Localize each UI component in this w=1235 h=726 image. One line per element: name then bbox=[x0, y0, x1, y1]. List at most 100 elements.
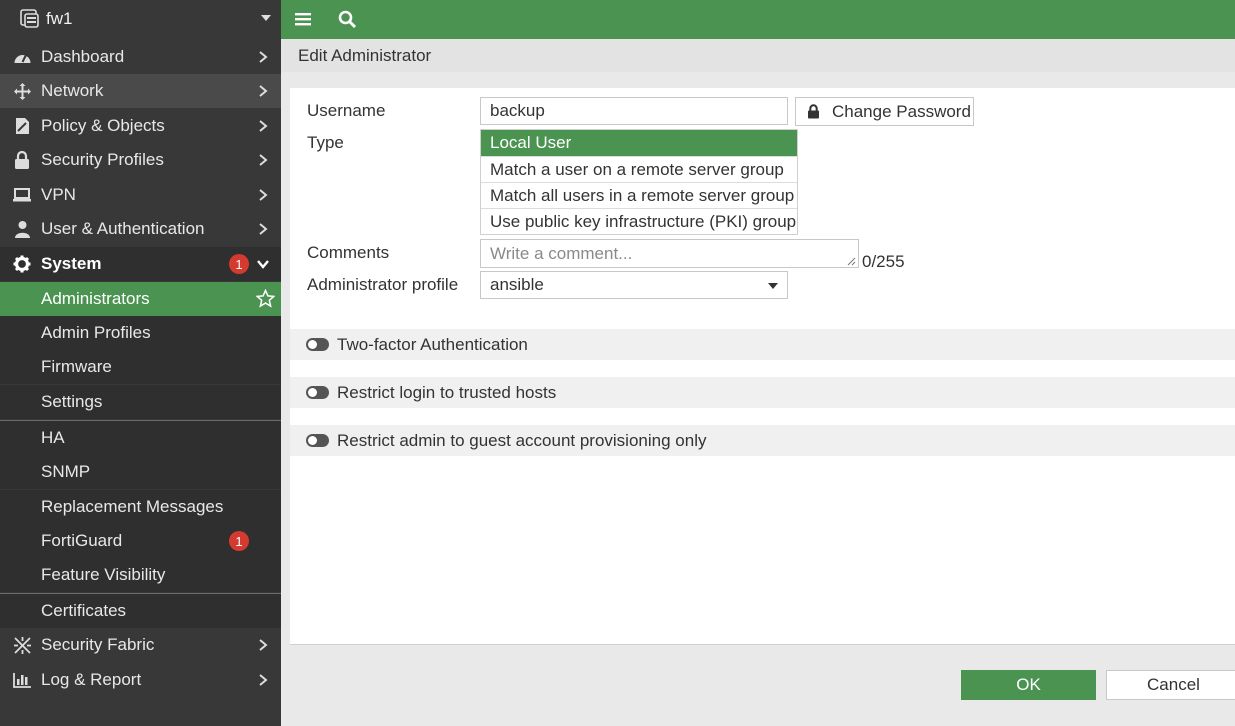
ok-button[interactable]: OK bbox=[961, 670, 1096, 700]
sidebar-item-label: Security Fabric bbox=[41, 635, 155, 654]
two-factor-label: Two-factor Authentication bbox=[337, 334, 528, 354]
sidebar-item-replacement-messages[interactable]: Replacement Messages bbox=[0, 490, 281, 524]
cancel-button[interactable]: Cancel bbox=[1106, 670, 1235, 700]
type-option-local-user[interactable]: Local User bbox=[481, 130, 797, 156]
policy-document-icon bbox=[12, 117, 32, 135]
sidebar-item-label: SNMP bbox=[41, 462, 91, 481]
username-input[interactable]: backup bbox=[480, 97, 788, 125]
sidebar-item-network[interactable]: Network bbox=[0, 74, 281, 108]
sidebar-item-label: Feature Visibility bbox=[41, 565, 166, 584]
sidebar-item-ha[interactable]: HA bbox=[0, 421, 281, 455]
sidebar-item-admin-profiles[interactable]: Admin Profiles bbox=[0, 316, 281, 350]
sidebar-item-label: Security Profiles bbox=[41, 150, 164, 169]
star-icon[interactable] bbox=[256, 289, 275, 308]
top-bar bbox=[281, 0, 1235, 39]
sidebar-item-label: Dashboard bbox=[41, 47, 125, 66]
guest-provisioning-label: Restrict admin to guest account provisio… bbox=[337, 430, 707, 450]
sidebar-item-label: Firmware bbox=[41, 357, 112, 376]
sidebar-item-dashboard[interactable]: Dashboard bbox=[0, 40, 281, 74]
sidebar-item-label: HA bbox=[41, 428, 65, 447]
lock-icon bbox=[808, 104, 819, 119]
type-option-remote-user[interactable]: Match a user on a remote server group bbox=[481, 156, 797, 182]
sidebar-item-security-fabric[interactable]: Security Fabric bbox=[0, 628, 281, 662]
guest-provisioning-section[interactable]: Restrict admin to guest account provisio… bbox=[290, 425, 1235, 456]
firewall-device-icon bbox=[20, 9, 39, 28]
trusted-hosts-label: Restrict login to trusted hosts bbox=[337, 382, 557, 402]
type-label: Type bbox=[307, 133, 344, 152]
sidebar-item-label: User & Authentication bbox=[41, 219, 205, 238]
sidebar-item-label: Network bbox=[41, 81, 104, 100]
notification-badge: 1 bbox=[229, 254, 249, 274]
sidebar-item-label: Administrators bbox=[41, 289, 150, 308]
username-label: Username bbox=[307, 101, 386, 120]
network-arrows-icon bbox=[12, 82, 32, 100]
page-title: Edit Administrator bbox=[298, 45, 432, 65]
sidebar-item-log-report[interactable]: Log & Report bbox=[0, 663, 281, 697]
chevron-down-icon bbox=[261, 15, 271, 21]
comments-label: Comments bbox=[307, 243, 390, 262]
sidebar-item-label: Settings bbox=[41, 392, 103, 411]
security-fabric-icon bbox=[12, 636, 32, 654]
page-title-bar: Edit Administrator bbox=[281, 39, 1235, 72]
chevron-right-icon bbox=[259, 154, 268, 166]
comments-counter: 0/255 bbox=[862, 252, 905, 271]
dashboard-gauge-icon bbox=[12, 48, 32, 66]
sidebar-item-administrators[interactable]: Administrators bbox=[0, 282, 281, 316]
gear-icon bbox=[12, 255, 32, 273]
search-icon[interactable] bbox=[334, 7, 360, 31]
sidebar-item-label: System bbox=[41, 254, 102, 273]
change-password-button[interactable]: Change Password bbox=[795, 97, 974, 126]
sidebar-item-user-authentication[interactable]: User & Authentication bbox=[0, 212, 281, 246]
chevron-right-icon bbox=[259, 223, 268, 235]
user-icon bbox=[12, 220, 32, 238]
sidebar-item-vpn[interactable]: VPN bbox=[0, 178, 281, 212]
sidebar-item-policy-objects[interactable]: Policy & Objects bbox=[0, 109, 281, 143]
chevron-right-icon bbox=[259, 674, 268, 686]
type-selector: Local User Match a user on a remote serv… bbox=[480, 129, 798, 235]
sidebar-item-snmp[interactable]: SNMP bbox=[0, 455, 281, 489]
device-name: fw1 bbox=[46, 9, 73, 28]
device-selector[interactable]: fw1 bbox=[0, 0, 281, 38]
sidebar-item-label: Certificates bbox=[41, 601, 127, 620]
sidebar-item-security-profiles[interactable]: Security Profiles bbox=[0, 143, 281, 177]
change-password-label: Change Password bbox=[832, 101, 971, 121]
chevron-right-icon bbox=[259, 85, 268, 97]
bar-chart-icon bbox=[12, 671, 32, 689]
sidebar-item-certificates[interactable]: Certificates bbox=[0, 594, 281, 628]
dropdown-arrow-icon bbox=[768, 283, 778, 289]
sidebar-item-fortiguard[interactable]: FortiGuard 1 bbox=[0, 524, 281, 558]
sidebar-item-label: Policy & Objects bbox=[41, 116, 165, 135]
sidebar-item-label: Admin Profiles bbox=[41, 323, 151, 342]
trusted-hosts-section[interactable]: Restrict login to trusted hosts bbox=[290, 377, 1235, 408]
sidebar-item-label: Replacement Messages bbox=[41, 497, 224, 516]
admin-profile-value: ansible bbox=[490, 275, 544, 294]
chevron-right-icon bbox=[259, 639, 268, 651]
sidebar-item-label: FortiGuard bbox=[41, 531, 123, 550]
comments-textarea[interactable]: Write a comment... bbox=[480, 239, 859, 268]
laptop-icon bbox=[12, 186, 32, 204]
menu-icon[interactable] bbox=[290, 7, 316, 31]
sidebar-item-label: Log & Report bbox=[41, 670, 142, 689]
chevron-right-icon bbox=[259, 120, 268, 132]
admin-profile-label: Administrator profile bbox=[307, 275, 459, 294]
edit-administrator-form: Username backup Change Password Type Loc… bbox=[290, 88, 1235, 645]
sidebar-item-firmware[interactable]: Firmware bbox=[0, 350, 281, 384]
sidebar: fw1 Dashboard Network Policy & Objects S… bbox=[0, 0, 281, 726]
two-factor-toggle[interactable] bbox=[306, 338, 329, 351]
trusted-hosts-toggle[interactable] bbox=[306, 386, 329, 399]
resize-handle-icon[interactable] bbox=[847, 257, 856, 266]
sidebar-item-system[interactable]: System 1 bbox=[0, 247, 281, 281]
chevron-down-icon bbox=[257, 260, 269, 269]
chevron-right-icon bbox=[259, 189, 268, 201]
admin-profile-select[interactable]: ansible bbox=[480, 271, 788, 299]
sidebar-item-label: VPN bbox=[41, 185, 76, 204]
sidebar-item-settings[interactable]: Settings bbox=[0, 385, 281, 419]
type-option-remote-group[interactable]: Match all users in a remote server group bbox=[481, 182, 797, 208]
two-factor-auth-section[interactable]: Two-factor Authentication bbox=[290, 329, 1235, 360]
lock-icon bbox=[12, 151, 32, 169]
sidebar-item-feature-visibility[interactable]: Feature Visibility bbox=[0, 558, 281, 592]
notification-badge: 1 bbox=[229, 531, 249, 551]
chevron-right-icon bbox=[259, 51, 268, 63]
type-option-pki-group[interactable]: Use public key infrastructure (PKI) grou… bbox=[481, 208, 797, 234]
guest-provisioning-toggle[interactable] bbox=[306, 434, 329, 447]
